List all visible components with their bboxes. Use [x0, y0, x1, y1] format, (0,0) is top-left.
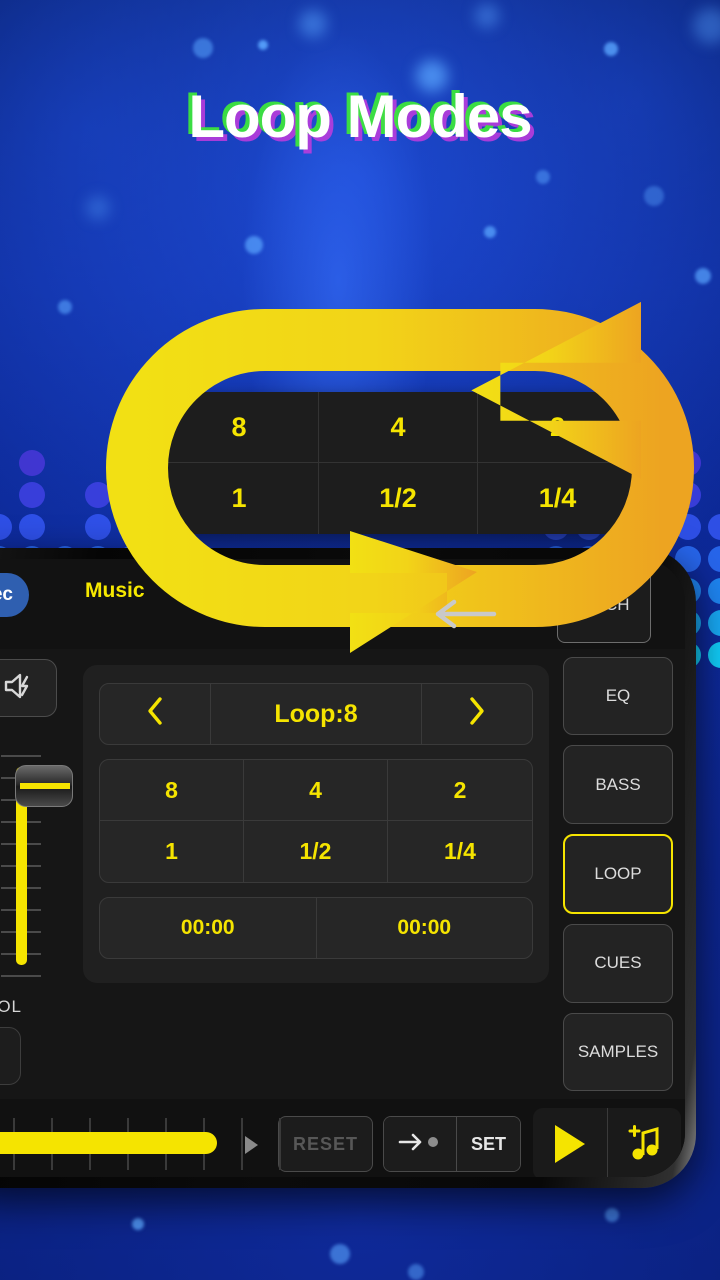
chevron-left-icon — [144, 696, 166, 733]
app-topbar: Rec Music PITCH — [0, 559, 685, 649]
hamburger-menu-button[interactable] — [0, 1027, 21, 1085]
play-triangle-icon — [555, 1125, 585, 1163]
tab-music[interactable]: Music — [85, 579, 145, 603]
phone-screen: Rec Music PITCH — [0, 559, 685, 1177]
mode-button-samples[interactable]: SAMPLES — [563, 1012, 673, 1092]
loop-length-cell[interactable]: 1 — [100, 821, 244, 882]
add-music-button[interactable] — [607, 1108, 681, 1177]
add-music-note-icon — [625, 1121, 665, 1168]
reset-button[interactable]: RESET — [277, 1116, 373, 1172]
loop-length-cell[interactable]: 4 — [244, 760, 388, 821]
play-group — [533, 1108, 681, 1177]
track-progress[interactable] — [0, 1112, 281, 1176]
progress-fill — [0, 1132, 217, 1154]
left-control-rail: VOL — [0, 649, 73, 1099]
loop-length-cell[interactable]: 8 — [100, 760, 244, 821]
loop-panel: Loop:8 8 4 2 1 1/2 1/4 00:00 00:00 — [83, 665, 549, 983]
magnified-loop-cell: 1/4 — [538, 483, 577, 513]
loop-length-grid: 8 4 2 1 1/2 1/4 — [99, 759, 533, 883]
volume-slider[interactable] — [0, 737, 73, 987]
mode-button-loop[interactable]: LOOP — [563, 833, 673, 915]
mode-button-bass[interactable]: BASS — [563, 745, 673, 824]
loop-next-button[interactable] — [420, 684, 532, 744]
vu-and-volume — [0, 737, 73, 987]
loop-prev-button[interactable] — [100, 684, 210, 744]
hamburger-menu-icon — [0, 1049, 20, 1064]
loop-length-cell[interactable]: 2 — [388, 760, 532, 821]
loop-current-value: Loop:8 — [210, 684, 420, 744]
volume-slider-knob[interactable] — [15, 765, 73, 807]
set-button[interactable]: SET — [455, 1117, 520, 1171]
seek-forward-icon[interactable] — [245, 1136, 258, 1154]
mode-button-column: EQ BASS LOOP CUES SAMPLES — [563, 649, 685, 1099]
loop-panel-container: Loop:8 8 4 2 1 1/2 1/4 00:00 00:00 — [73, 649, 563, 1099]
magnified-loop-cell: 1 — [160, 463, 319, 534]
magnified-loop-cell: 8 — [160, 392, 319, 463]
cue-set-group: SET — [382, 1116, 521, 1172]
magnified-loop-grid: 8 4 2 1 1/2 1/4 — [160, 392, 637, 534]
loop-time-out[interactable]: 00:00 — [315, 898, 533, 958]
pitch-button[interactable]: PITCH — [557, 567, 651, 643]
left-arrow-icon — [428, 594, 498, 634]
magnified-loop-cell: 4 — [319, 392, 478, 463]
cue-button[interactable] — [383, 1117, 456, 1171]
page-title: Loop Modes — [188, 83, 532, 150]
rec-button[interactable]: Rec — [0, 573, 29, 617]
volume-label: VOL — [0, 997, 23, 1016]
chevron-right-icon — [466, 696, 488, 733]
loop-length-cell[interactable]: 1/2 — [244, 821, 388, 882]
loop-time-bar: 00:00 00:00 — [99, 897, 533, 959]
transport-bar: RESET SET — [0, 1099, 685, 1177]
arrow-to-dot-icon — [398, 1131, 442, 1158]
mode-button-eq[interactable]: EQ — [563, 657, 673, 736]
loop-length-cell[interactable]: 1/4 — [388, 821, 532, 882]
speaker-boost-icon — [2, 671, 36, 706]
volume-slider-fill — [15, 765, 73, 965]
loop-time-in[interactable]: 00:00 — [100, 898, 316, 958]
mode-button-cues[interactable]: CUES — [563, 924, 673, 1003]
play-button[interactable] — [533, 1108, 607, 1177]
deck-body: VOL Loop:8 — [0, 649, 685, 1099]
magnified-loop-cell: 1/2 — [319, 463, 478, 534]
loop-selector-bar: Loop:8 — [99, 683, 533, 745]
speaker-boost-button[interactable] — [0, 659, 57, 717]
phone-frame: Rec Music PITCH — [0, 548, 696, 1188]
magnified-loop-cell: 2 — [478, 392, 637, 463]
